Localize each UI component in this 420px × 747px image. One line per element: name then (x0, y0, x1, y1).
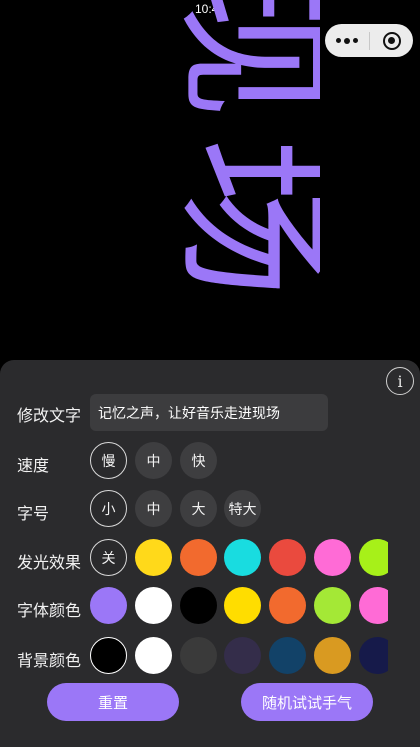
bg-color-swatch[interactable] (90, 637, 127, 674)
reset-button[interactable]: 重置 (47, 683, 179, 721)
speed-label: 速度 (17, 456, 50, 475)
font-size-option-medium[interactable]: 中 (135, 490, 172, 527)
bg-color-swatch[interactable] (359, 637, 388, 674)
font-color-row (0, 587, 388, 627)
speed-option-medium[interactable]: 中 (135, 442, 172, 479)
speed-option-fast[interactable]: 快 (180, 442, 217, 479)
glow-color-row (0, 539, 388, 579)
edit-text-label: 修改文字 (17, 406, 82, 425)
random-button[interactable]: 随机试试手气 (241, 683, 373, 721)
glow-swatch[interactable] (135, 539, 172, 576)
glow-swatch[interactable] (224, 539, 261, 576)
font-color-swatch[interactable] (224, 587, 261, 624)
font-size-label: 字号 (17, 504, 50, 523)
glow-swatch[interactable] (180, 539, 217, 576)
font-color-swatch[interactable] (269, 587, 306, 624)
more-options-icon[interactable] (325, 37, 369, 44)
font-color-swatch[interactable] (314, 587, 351, 624)
font-size-option-small[interactable]: 小 (90, 490, 127, 527)
bg-color-swatch[interactable] (269, 637, 306, 674)
edit-text-input[interactable]: 记忆之声，让好音乐走进现场 (90, 394, 328, 431)
speed-option-slow[interactable]: 慢 (90, 442, 127, 479)
close-icon[interactable] (370, 31, 413, 50)
glow-swatch[interactable] (269, 539, 306, 576)
marquee-display: 现场 (100, 0, 320, 360)
font-color-swatch[interactable] (90, 587, 127, 624)
bg-color-swatch[interactable] (135, 637, 172, 674)
bg-color-swatch[interactable] (314, 637, 351, 674)
info-icon[interactable]: i (386, 367, 414, 395)
glow-swatch[interactable] (314, 539, 351, 576)
font-color-swatch[interactable] (135, 587, 172, 624)
marquee-text: 现场 (159, 0, 320, 319)
font-color-swatch[interactable] (359, 587, 388, 624)
font-color-swatch[interactable] (180, 587, 217, 624)
font-size-option-large[interactable]: 大 (180, 490, 217, 527)
glow-swatch[interactable] (359, 539, 388, 576)
bg-color-swatch[interactable] (224, 637, 261, 674)
font-size-option-xlarge[interactable]: 特大 (224, 490, 261, 527)
bg-color-row (0, 636, 388, 676)
mini-program-capsule (325, 24, 413, 57)
bg-color-swatch[interactable] (180, 637, 217, 674)
